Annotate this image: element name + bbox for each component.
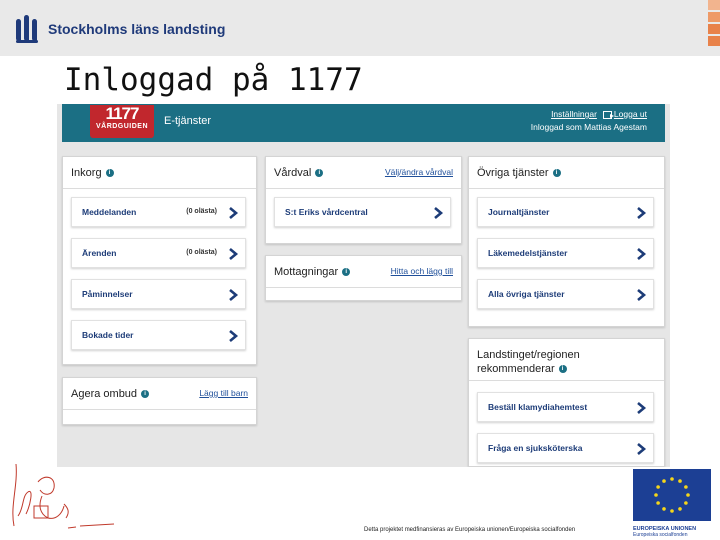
logout-link[interactable]: Logga ut — [614, 108, 647, 121]
app-screenshot: 1177 VÅRDGUIDEN E-tjänster Inställningar… — [57, 104, 670, 467]
eu-star-icon — [656, 501, 660, 505]
agera-ombud-title: Agera ombud — [71, 388, 138, 400]
rek-row-klamydiahemtest[interactable]: Beställ klamydiahemtest — [477, 392, 654, 422]
eu-star-icon — [656, 485, 660, 489]
row-label: Alla övriga tjänster — [488, 289, 565, 299]
mottagningar-title: Mottagningar — [274, 266, 339, 278]
row-label: S:t Eriks vårdcentral — [285, 207, 368, 217]
info-icon[interactable]: i — [141, 390, 150, 398]
ovriga-tjanster-header: Övriga tjänster i — [469, 157, 664, 189]
sll-logo-mark-icon — [14, 15, 42, 43]
corner-decoration — [708, 0, 720, 48]
eu-star-icon — [678, 507, 682, 511]
logged-in-as: Inloggad som Mattias Agestam — [530, 122, 647, 132]
add-child-link[interactable]: Lägg till barn — [199, 388, 248, 398]
logout-icon — [602, 110, 614, 119]
chevron-right-icon — [434, 207, 444, 219]
info-icon[interactable]: i — [315, 169, 324, 177]
eu-star-icon — [662, 507, 666, 511]
vardval-row-st-eriks[interactable]: S:t Eriks vårdcentral — [274, 197, 451, 227]
eu-star-icon — [686, 493, 690, 497]
chevron-right-icon — [229, 289, 239, 301]
unread-count: (0 olästa) — [186, 208, 217, 215]
find-clinic-link[interactable]: Hitta och lägg till — [391, 266, 453, 276]
chevron-right-icon — [637, 402, 647, 414]
row-label: Påminnelser — [82, 289, 133, 299]
brand-number: 1177 — [105, 104, 140, 123]
inkorg-row-meddelanden[interactable]: Meddelanden (0 olästa) — [71, 197, 246, 227]
chevron-right-icon — [229, 248, 239, 260]
inkorg-panel: Inkorg i Meddelanden (0 olästa) Ärenden … — [62, 156, 257, 365]
row-label: Bokade tider — [82, 330, 134, 340]
ovriga-row-journaltjanster[interactable]: Journaltjänster — [477, 197, 654, 227]
app-header: 1177 VÅRDGUIDEN E-tjänster Inställningar… — [62, 104, 665, 142]
funding-note: Detta projektet medfinansieras av Europe… — [364, 527, 576, 533]
chevron-right-icon — [637, 248, 647, 260]
row-label: Meddelanden — [82, 207, 137, 217]
eu-star-icon — [670, 509, 674, 513]
vardguiden-logo[interactable]: 1177 VÅRDGUIDEN — [90, 105, 154, 138]
eu-star-icon — [684, 501, 688, 505]
settings-link[interactable]: Inställningar — [551, 108, 597, 121]
row-label: Läkemedelstjänster — [488, 248, 568, 258]
brand-subtitle: VÅRDGUIDEN — [95, 123, 149, 130]
agera-ombud-header: Agera ombud i Lägg till barn — [63, 378, 256, 410]
ovriga-tjanster-panel: Övriga tjänster i Journaltjänster Läkeme… — [468, 156, 665, 327]
sll-logo: Stockholms läns landsting — [14, 14, 225, 44]
row-label: Ärenden — [82, 248, 117, 258]
inkorg-header: Inkorg i — [63, 157, 256, 189]
eu-fund: Europeiska socialfonden — [633, 532, 688, 538]
chevron-right-icon — [229, 207, 239, 219]
slide-header: Stockholms läns landsting — [0, 0, 720, 56]
chevron-right-icon — [637, 289, 647, 301]
eu-star-icon — [684, 485, 688, 489]
vardval-panel: Vårdval i Välj/ändra vårdval S:t Eriks v… — [265, 156, 462, 244]
ovriga-row-alla-ovriga[interactable]: Alla övriga tjänster — [477, 279, 654, 309]
mottagningar-header: Mottagningar i Hitta och lägg till — [266, 256, 461, 288]
chevron-right-icon — [637, 207, 647, 219]
inkorg-row-bokade-tider[interactable]: Bokade tider — [71, 320, 246, 350]
inkorg-title: Inkorg — [71, 167, 102, 179]
rekommenderar-header: Landstinget/regionen rekommenderar i — [469, 339, 664, 381]
mottagningar-panel: Mottagningar i Hitta och lägg till — [265, 255, 462, 301]
row-label: Fråga en sjuksköterska — [488, 443, 583, 453]
section-title: E-tjänster — [164, 115, 212, 127]
chevron-right-icon — [637, 443, 647, 455]
eu-logo: EUROPEISKA UNIONEN Europeiska socialfond… — [633, 469, 711, 538]
row-label: Journaltjänster — [488, 207, 550, 217]
rek-row-sjukskoterska[interactable]: Fråga en sjuksköterska — [477, 433, 654, 463]
eu-star-icon — [654, 493, 658, 497]
org-name: Stockholms läns landsting — [48, 21, 226, 37]
change-vardval-link[interactable]: Välj/ändra vårdval — [385, 167, 453, 177]
inkorg-row-arenden[interactable]: Ärenden (0 olästa) — [71, 238, 246, 268]
ovriga-row-lakemedelstjanster[interactable]: Läkemedelstjänster — [477, 238, 654, 268]
rekommenderar-title-line1: Landstinget/regionen — [477, 349, 580, 361]
chevron-right-icon — [229, 330, 239, 342]
eu-flag-icon — [633, 469, 711, 521]
user-menu: Inställningar Logga ut Inloggad som Matt… — [531, 108, 647, 134]
ovriga-tjanster-title: Övriga tjänster — [477, 167, 549, 179]
sketch-illustration-icon — [12, 463, 115, 529]
agera-ombud-panel: Agera ombud i Lägg till barn — [62, 377, 257, 425]
rekommenderar-panel: Landstinget/regionen rekommenderar i Bes… — [468, 338, 665, 467]
info-icon[interactable]: i — [342, 268, 351, 276]
info-icon[interactable]: i — [552, 169, 561, 177]
vardval-header: Vårdval i Välj/ändra vårdval — [266, 157, 461, 189]
unread-count: (0 olästa) — [186, 249, 217, 256]
vardval-title: Vårdval — [274, 167, 312, 179]
eu-star-icon — [670, 477, 674, 481]
rekommenderar-title-line2: rekommenderar — [477, 363, 555, 375]
slide-title: Inloggad på 1177 — [64, 62, 363, 98]
inkorg-row-paminnelser[interactable]: Påminnelser — [71, 279, 246, 309]
info-icon[interactable]: i — [105, 169, 114, 177]
eu-star-icon — [678, 479, 682, 483]
eu-star-icon — [662, 479, 666, 483]
info-icon[interactable]: i — [558, 365, 567, 373]
row-label: Beställ klamydiahemtest — [488, 402, 588, 412]
